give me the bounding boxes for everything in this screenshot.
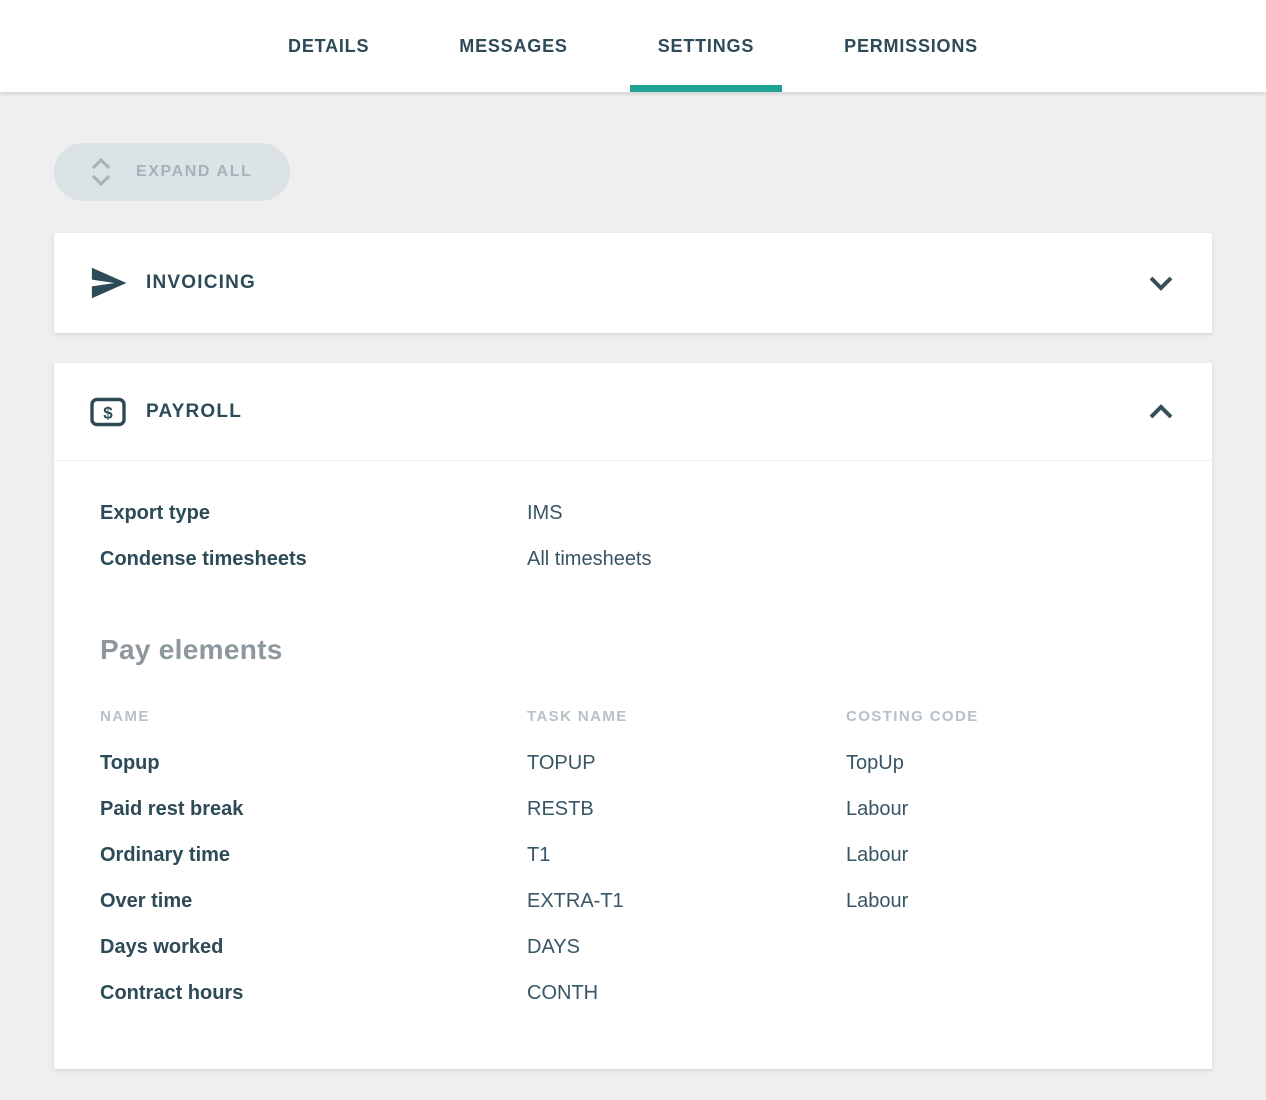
svg-text:$: $ xyxy=(103,403,113,422)
table-row: Paid rest break RESTB Labour xyxy=(100,795,1166,823)
setting-value: All timesheets xyxy=(527,545,1166,573)
dollar-bill-icon: $ xyxy=(90,397,146,427)
pay-element-task-name: DAYS xyxy=(527,933,846,961)
tab-permissions-label: PERMISSIONS xyxy=(844,36,978,57)
table-row: Days worked DAYS xyxy=(100,933,1166,961)
table-row: Topup TOPUP TopUp xyxy=(100,749,1166,777)
tabs: DETAILS MESSAGES SETTINGS PERMISSIONS xyxy=(260,0,1006,92)
pay-element-costing-code: TopUp xyxy=(846,749,1166,777)
payroll-section-header[interactable]: $ PAYROLL xyxy=(54,363,1212,461)
payroll-section: $ PAYROLL Export type IMS Condense times… xyxy=(54,363,1212,1069)
setting-label: Export type xyxy=(100,499,527,527)
pay-elements-table: NAME TASK NAME COSTING CODE Topup TOPUP … xyxy=(100,708,1166,1007)
pay-element-name: Contract hours xyxy=(100,979,527,1007)
tab-settings[interactable]: SETTINGS xyxy=(630,0,782,92)
table-row: Over time EXTRA-T1 Labour xyxy=(100,887,1166,915)
tab-settings-label: SETTINGS xyxy=(658,36,754,57)
paper-plane-icon xyxy=(90,267,146,299)
tab-details[interactable]: DETAILS xyxy=(260,0,397,92)
settings-content: EXPAND ALL INVOICING xyxy=(0,92,1266,1069)
table-row: Contract hours CONTH xyxy=(100,979,1166,1007)
pay-elements-heading: Pay elements xyxy=(100,633,1166,667)
table-row: Ordinary time T1 Labour xyxy=(100,841,1166,869)
setting-label: Condense timesheets xyxy=(100,545,527,573)
pay-element-costing-code: Labour xyxy=(846,795,1166,823)
pay-element-costing-code xyxy=(846,979,1166,1007)
payroll-section-title: PAYROLL xyxy=(146,401,242,423)
invoicing-section: INVOICING xyxy=(54,233,1212,333)
pay-element-task-name: EXTRA-T1 xyxy=(527,887,846,915)
payroll-section-body: Export type IMS Condense timesheets All … xyxy=(54,461,1212,1069)
expand-all-button[interactable]: EXPAND ALL xyxy=(54,143,290,201)
chevron-up-icon[interactable] xyxy=(1144,400,1178,424)
pay-element-task-name: TOPUP xyxy=(527,749,846,777)
column-header-costing-code: COSTING CODE xyxy=(846,708,1166,726)
pay-element-name: Topup xyxy=(100,749,527,777)
tab-messages[interactable]: MESSAGES xyxy=(431,0,595,92)
tab-details-label: DETAILS xyxy=(288,36,369,57)
pay-element-name: Days worked xyxy=(100,933,527,961)
pay-element-costing-code: Labour xyxy=(846,887,1166,915)
setting-row-export-type: Export type IMS xyxy=(100,499,1166,527)
setting-row-condense-timesheets: Condense timesheets All timesheets xyxy=(100,545,1166,573)
setting-value: IMS xyxy=(527,499,1166,527)
column-header-name: NAME xyxy=(100,708,527,726)
chevron-down-icon[interactable] xyxy=(1144,271,1178,295)
pay-element-costing-code: Labour xyxy=(846,841,1166,869)
pay-element-task-name: CONTH xyxy=(527,979,846,1007)
pay-element-costing-code xyxy=(846,933,1166,961)
pay-element-task-name: T1 xyxy=(527,841,846,869)
chevron-up-down-icon xyxy=(88,157,114,187)
pay-element-name: Ordinary time xyxy=(100,841,527,869)
tab-bar: DETAILS MESSAGES SETTINGS PERMISSIONS xyxy=(0,0,1266,92)
tab-messages-label: MESSAGES xyxy=(459,36,567,57)
pay-element-task-name: RESTB xyxy=(527,795,846,823)
invoicing-section-title: INVOICING xyxy=(146,272,256,294)
tab-permissions[interactable]: PERMISSIONS xyxy=(816,0,1006,92)
pay-elements-header-row: NAME TASK NAME COSTING CODE xyxy=(100,708,1166,726)
invoicing-section-header[interactable]: INVOICING xyxy=(54,233,1212,333)
page: DETAILS MESSAGES SETTINGS PERMISSIONS EX… xyxy=(0,0,1266,1100)
expand-all-label: EXPAND ALL xyxy=(136,163,252,181)
pay-element-name: Over time xyxy=(100,887,527,915)
column-header-task-name: TASK NAME xyxy=(527,708,846,726)
pay-element-name: Paid rest break xyxy=(100,795,527,823)
